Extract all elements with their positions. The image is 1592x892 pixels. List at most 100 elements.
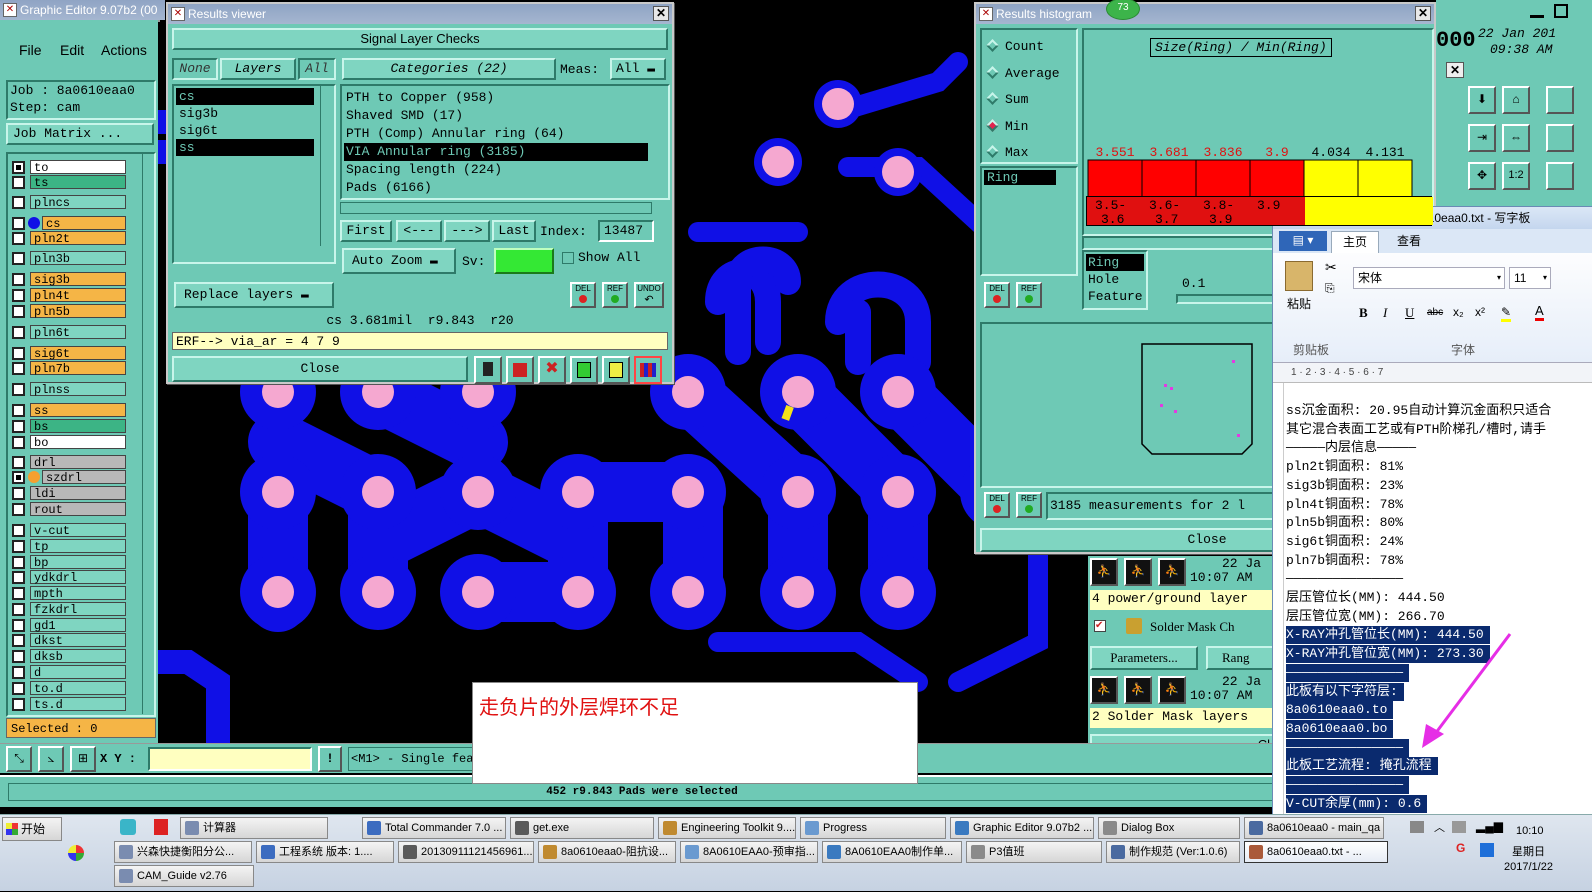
layer-checkbox[interactable]	[12, 503, 25, 516]
hist-ref-button[interactable]: REF	[1016, 282, 1042, 308]
layer-checkbox[interactable]	[12, 587, 25, 600]
layer-dksb[interactable]: dksb	[30, 649, 126, 664]
tab-none[interactable]: None	[172, 58, 218, 80]
layer-checkbox[interactable]	[12, 571, 25, 584]
close-icon[interactable]: ✕	[1415, 6, 1431, 21]
document-line[interactable]: ———————————————	[1286, 738, 1410, 757]
green-number-icon[interactable]	[570, 356, 598, 384]
layer-checkbox[interactable]	[12, 420, 25, 433]
layer-checkbox[interactable]	[12, 196, 25, 209]
layer-sig3b[interactable]: sig3b	[30, 272, 126, 287]
taskbar-item[interactable]: Dialog Box	[1098, 817, 1240, 839]
layer-checkbox[interactable]	[12, 487, 25, 500]
layer-checkbox[interactable]	[12, 634, 25, 647]
layer-ts-d[interactable]: ts.d	[30, 697, 126, 712]
prev-button[interactable]: <---	[396, 220, 442, 242]
tab-home[interactable]: 主页	[1331, 231, 1379, 253]
document-line[interactable]: pln2t铜面积: 81%	[1286, 458, 1403, 476]
ref-button[interactable]: REF	[602, 282, 628, 308]
layer-checkbox[interactable]	[12, 540, 25, 553]
option-count[interactable]: Count	[986, 38, 1044, 54]
highlight-button[interactable]: ✎	[1501, 305, 1512, 322]
taskbar-item[interactable]: Engineering Toolkit 9....	[658, 817, 796, 839]
list-item[interactable]: Ring	[1086, 254, 1144, 271]
tray-chevron-icon[interactable]: ︿	[1434, 819, 1445, 835]
layer-checkbox[interactable]	[12, 603, 25, 616]
hist-del-button-2[interactable]: DEL	[984, 492, 1010, 518]
flag-icon[interactable]	[474, 356, 502, 384]
menu-actions[interactable]: Actions	[101, 42, 147, 58]
layer-drl[interactable]: drl	[30, 455, 126, 470]
power-ground-row[interactable]: 4 power/ground layer	[1090, 590, 1276, 610]
editor-close-icon[interactable]: ✕	[1446, 62, 1464, 78]
option-min[interactable]: Min	[986, 118, 1028, 134]
layer-list-scrollbar[interactable]	[320, 86, 332, 246]
taskbar-item[interactable]: Graphic Editor 9.07b2 ...	[950, 817, 1094, 839]
layer-pln7b[interactable]: pln7b	[30, 361, 126, 376]
document-line[interactable]: sig6t铜面积: 24%	[1286, 533, 1403, 551]
layer-checkbox[interactable]	[12, 161, 25, 174]
category-item[interactable]: Shaved SMD (17)	[344, 107, 648, 125]
layer-checkbox[interactable]	[12, 289, 25, 302]
list-item[interactable]: Ring	[984, 170, 1056, 185]
category-item[interactable]: PTH to Copper (958)	[344, 89, 648, 107]
list-item[interactable]: ss	[176, 139, 314, 156]
meas-dropdown[interactable]: All ▬	[610, 58, 666, 80]
layer-checkbox[interactable]	[12, 305, 25, 318]
signal-icon[interactable]: ▂▄▆	[1476, 819, 1503, 833]
alert-icon[interactable]: !	[318, 746, 342, 772]
document-line[interactable]: ss沉金面积: 20.95自动计算沉金面积只适合	[1286, 402, 1551, 420]
italic-button[interactable]: I	[1383, 305, 1387, 321]
run-icon-3[interactable]: ⛹	[1158, 558, 1186, 586]
taskbar-item[interactable]: 8a0610eaa0-阻抗设...	[538, 841, 676, 863]
layer-gd1[interactable]: gd1	[30, 618, 126, 633]
taskbar-item[interactable]: Total Commander 7.0 ...	[362, 817, 506, 839]
layer-checkbox[interactable]	[12, 650, 25, 663]
copy-icon[interactable]: ⎘	[1325, 281, 1335, 296]
tab-layers[interactable]: Layers	[220, 58, 296, 80]
list-item[interactable]: Feature	[1086, 288, 1144, 305]
histogram-icon[interactable]	[634, 356, 662, 384]
document-line[interactable]: 8a0610eaa0.to	[1286, 701, 1394, 720]
sv-dropdown[interactable]	[494, 248, 554, 274]
grid-icon[interactable]: ⊞	[70, 746, 96, 772]
extra-icon-1[interactable]	[1546, 86, 1574, 114]
font-select[interactable]: 宋体 ▾	[1353, 267, 1505, 289]
document-line[interactable]: pln5b铜面积: 80%	[1286, 514, 1403, 532]
snap-icon[interactable]: ⤡	[6, 746, 32, 772]
layer-bs[interactable]: bs	[30, 419, 126, 434]
taskbar-item[interactable]: P3值班	[966, 841, 1102, 863]
menu-file[interactable]: File	[19, 42, 42, 58]
last-button[interactable]: Last	[492, 220, 536, 242]
home-icon[interactable]: ⌂	[1502, 86, 1530, 114]
list-item[interactable]: sig3b	[176, 105, 332, 122]
window-restore-icon[interactable]	[1530, 6, 1544, 18]
layer-bp[interactable]: bp	[30, 555, 126, 570]
layer-scrollbar[interactable]	[142, 154, 154, 714]
layer-plncs[interactable]: plncs	[30, 195, 126, 210]
taskbar-item[interactable]: 8A0610EAA0-预审指...	[680, 841, 818, 863]
cross-grid-icon[interactable]: ✖	[538, 356, 566, 384]
paste-icon[interactable]	[1285, 261, 1313, 291]
taskbar-item[interactable]: 制作规范 (Ver:1.0.6)	[1106, 841, 1240, 863]
layer-ss[interactable]: ss	[30, 403, 126, 418]
category-item[interactable]: PTH (Comp) Annular ring (64)	[344, 125, 648, 143]
layer-checkbox[interactable]	[12, 471, 25, 484]
results-close-button[interactable]: Close	[172, 356, 468, 382]
extra-icon-2[interactable]	[1546, 124, 1574, 152]
measure-listbox[interactable]: Ring Hole Feature	[1082, 250, 1148, 310]
bold-button[interactable]: B	[1359, 305, 1368, 321]
layer-checkbox[interactable]	[12, 217, 25, 230]
document-line[interactable]: —————内层信息—————	[1286, 439, 1416, 457]
layer-checkbox[interactable]	[12, 556, 25, 569]
document-line[interactable]: ———————————————	[1286, 776, 1410, 794]
open-icon[interactable]: ⇥	[1468, 124, 1496, 152]
list-item[interactable]: Hole	[1086, 271, 1144, 288]
run-icon-1[interactable]: ⛹	[1090, 558, 1118, 586]
document-line[interactable]: V-CUT余厚(mm): 0.6	[1286, 794, 1428, 813]
option-sum[interactable]: Sum	[986, 91, 1028, 107]
xy-input[interactable]	[148, 747, 312, 771]
ring-listbox[interactable]: Ring	[980, 166, 1078, 276]
ql-pdf-icon[interactable]	[154, 819, 168, 835]
layer-pln4t[interactable]: pln4t	[30, 288, 126, 303]
